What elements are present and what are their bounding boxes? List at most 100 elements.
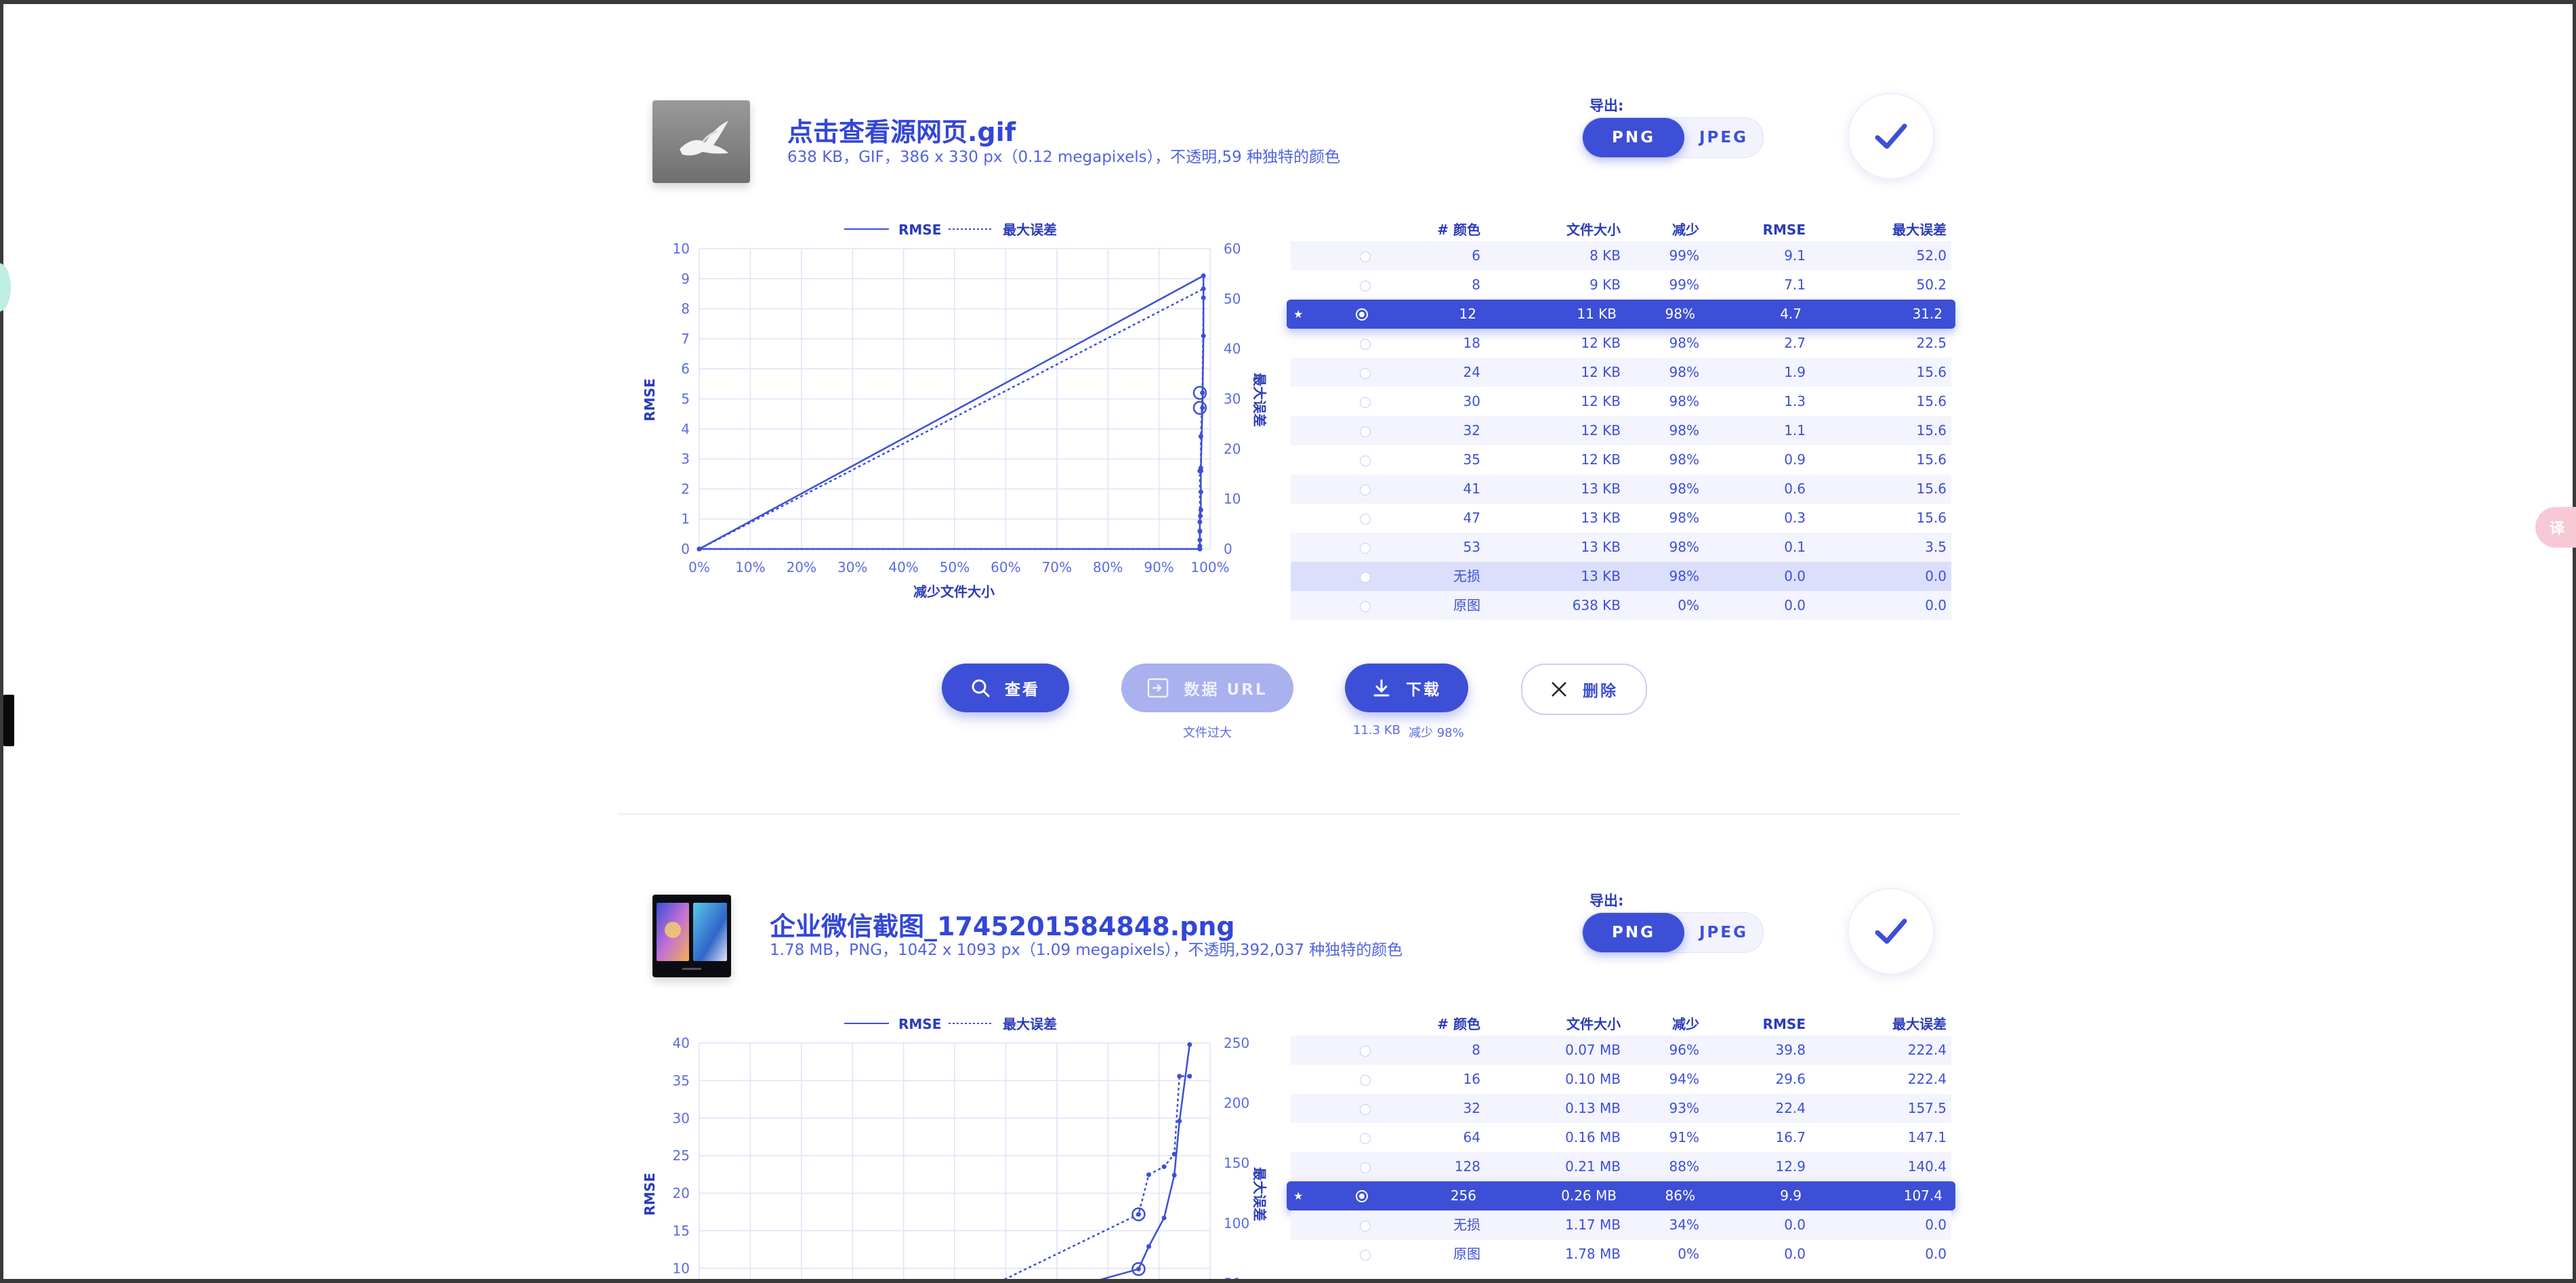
cell-max-error: 15.6	[1916, 481, 1947, 497]
y-tick-label: 6	[681, 361, 690, 377]
cell-max-error: 15.6	[1916, 393, 1947, 409]
table-row[interactable]: 18 12 KB 98% 2.7 22.5	[1291, 329, 1951, 358]
cell-max-error: 222.4	[1907, 1042, 1947, 1058]
series-line-rmse	[699, 274, 1205, 550]
table-row[interactable]: 24 12 KB 98% 1.9 15.6	[1291, 358, 1951, 387]
y2-tick-label: 10	[1224, 491, 1241, 507]
y-tick-label: 15	[673, 1223, 690, 1239]
table-row[interactable]: 64 0.16 MB 91% 16.7 147.1	[1291, 1123, 1951, 1152]
y-tick-label: 30	[673, 1110, 690, 1126]
table-row[interactable]: 原图 1.78 MB 0% 0.0 0.0	[1291, 1240, 1951, 1269]
cell-max-error: 22.5	[1916, 335, 1947, 351]
export-jpeg-option[interactable]: JPEG	[1684, 118, 1763, 157]
export-format-toggle[interactable]: PNG JPEG	[1582, 912, 1764, 953]
data-point	[1198, 434, 1203, 439]
table-row[interactable]: 无损 13 KB 98% 0.0 0.0	[1291, 562, 1951, 591]
x-tick-label: 30%	[837, 559, 867, 575]
window-frame-left	[0, 0, 3, 1283]
table-row[interactable]: 32 0.13 MB 93% 22.4 157.5	[1291, 1094, 1951, 1123]
section-divider	[618, 813, 1959, 815]
file-thumbnail[interactable]	[652, 100, 750, 183]
cell-max-error: 0.0	[1925, 1246, 1947, 1262]
file-thumbnail[interactable]	[652, 895, 731, 977]
side-floating-tab[interactable]	[0, 263, 11, 312]
data-point	[1197, 468, 1203, 474]
cell-max-error: 15.6	[1916, 510, 1947, 526]
table-row[interactable]: 原图 638 KB 0% 0.0 0.0	[1291, 591, 1951, 620]
close-icon	[1550, 680, 1568, 698]
confirm-button[interactable]	[1848, 93, 1934, 180]
download-icon	[1372, 678, 1391, 697]
y-tick-label: 7	[681, 331, 690, 347]
y2-tick-label: 40	[1224, 341, 1241, 357]
x-axis-label: 减少文件大小	[913, 584, 995, 600]
download-button[interactable]: 下载	[1345, 664, 1468, 712]
cell-max-error: 50.2	[1916, 277, 1947, 293]
data-url-button[interactable]: 数据 URL	[1121, 664, 1293, 712]
legend-rmse: RMSE	[898, 222, 941, 238]
chart-legend: RMSE 最大误差	[844, 222, 1057, 238]
table-row-selected[interactable]: ★ 12 11 KB 98% 4.7 31.2	[1287, 300, 1955, 329]
table-row[interactable]: 无损 1.17 MB 34% 0.0 0.0	[1291, 1210, 1951, 1240]
table-row[interactable]: 41 13 KB 98% 0.6 15.6	[1291, 474, 1951, 504]
data-point	[1177, 1074, 1182, 1079]
y2-tick-label: 150	[1224, 1155, 1249, 1171]
cell-max-error: 3.5	[1925, 539, 1947, 555]
view-button[interactable]: 查看	[942, 664, 1069, 712]
y2-tick-label: 50	[1224, 1275, 1241, 1279]
data-point	[1161, 1215, 1167, 1221]
series-line-max-error	[1003, 1075, 1190, 1279]
table-row[interactable]: 89 KB 99% 7.1 50.2	[1291, 270, 1951, 300]
table-row[interactable]: 16 0.10 MB 94% 29.6 222.4	[1291, 1065, 1951, 1094]
y2-tick-label: 50	[1224, 291, 1241, 307]
data-point	[1177, 1118, 1182, 1124]
cell-max-error: 31.2	[1912, 306, 1943, 322]
export-jpeg-option[interactable]: JPEG	[1684, 913, 1763, 952]
confirm-button[interactable]	[1848, 888, 1934, 975]
legend-max-error: 最大误差	[1003, 222, 1057, 238]
side-dark-handle[interactable]	[3, 695, 14, 746]
export-png-option[interactable]: PNG	[1583, 118, 1684, 157]
data-point	[1146, 1172, 1152, 1177]
download-size: 11.3 KB	[1353, 723, 1400, 737]
download-reduction: 减少 98%	[1409, 726, 1464, 740]
table-row[interactable]: 68 KB 99% 9.1 52.0	[1291, 241, 1951, 270]
data-url-label: 数据 URL	[1184, 681, 1268, 699]
export-png-option[interactable]: PNG	[1583, 913, 1684, 952]
file-meta: 638 KB，GIF，386 x 330 px（0.12 megapixels）…	[787, 148, 1341, 166]
y-tick-label: 20	[673, 1185, 690, 1202]
x-tick-label: 80%	[1093, 559, 1123, 575]
table-row[interactable]: 8 0.07 MB 96% 39.8 222.4	[1291, 1036, 1951, 1065]
table-row[interactable]: 128 0.21 MB 88% 12.9 140.4	[1291, 1152, 1951, 1181]
view-label: 查看	[1005, 681, 1040, 699]
y2-tick-label: 0	[1224, 541, 1232, 557]
y-tick-label: 3	[681, 451, 690, 467]
table-row[interactable]: 32 12 KB 98% 1.1 15.6	[1291, 416, 1951, 445]
table-header: # 颜色 文件大小 减少 RMSE 最大误差	[1291, 1013, 1951, 1036]
y-tick-label: 5	[681, 391, 690, 407]
export-format-toggle[interactable]: PNG JPEG	[1582, 117, 1764, 158]
table-row-selected[interactable]: ★ 256 0.26 MB 86% 9.9 107.4	[1287, 1181, 1955, 1210]
legend-max-error: 最大误差	[1003, 1016, 1057, 1032]
table-row[interactable]: 53 13 KB 98% 0.1 3.5	[1291, 533, 1951, 562]
file-title[interactable]: 点击查看源网页.gif	[787, 111, 1016, 148]
data-point	[1200, 390, 1205, 396]
x-tick-label: 40%	[888, 559, 918, 575]
y-tick-label: 10	[673, 1260, 690, 1276]
data-point	[1201, 286, 1206, 291]
translate-button[interactable]: 译	[2535, 507, 2576, 548]
delete-button[interactable]: 删除	[1521, 664, 1647, 715]
data-point	[1146, 1244, 1152, 1249]
table-header: # 颜色 文件大小 减少 RMSE 最大误差	[1291, 218, 1951, 241]
y-tick-label: 9	[681, 270, 690, 287]
data-point	[1201, 273, 1206, 279]
cell-max-error: 0.0	[1925, 568, 1947, 584]
y2-tick-label: 30	[1224, 391, 1241, 407]
table-row[interactable]: 47 13 KB 98% 0.3 15.6	[1291, 504, 1951, 533]
table-row[interactable]: 35 12 KB 98% 0.9 15.6	[1291, 445, 1951, 474]
table-row[interactable]: 30 12 KB 98% 1.3 15.6	[1291, 387, 1951, 416]
window-frame-top	[0, 0, 2576, 4]
delete-label: 删除	[1583, 683, 1618, 700]
y-tick-label: 25	[673, 1147, 690, 1164]
cell-max-error: 52.0	[1916, 247, 1947, 264]
